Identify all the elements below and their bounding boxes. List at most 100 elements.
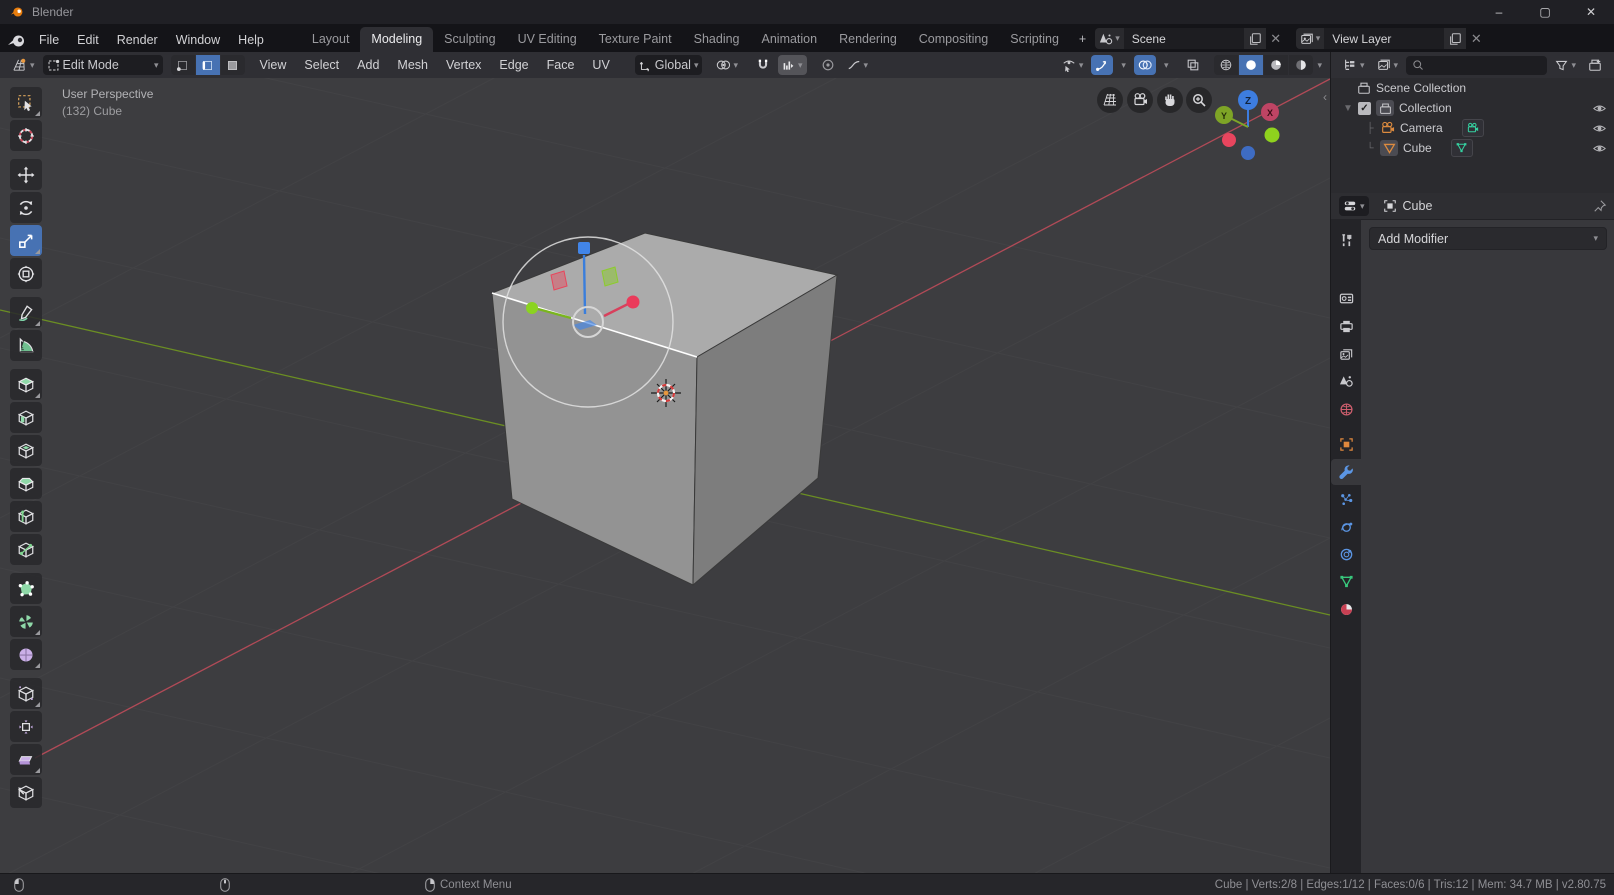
tool-rip-region[interactable] — [10, 777, 42, 808]
workspace-tab-texture-paint[interactable]: Texture Paint — [588, 27, 683, 52]
outliner-row-camera[interactable]: ├ Camera — [1331, 118, 1614, 138]
viewport-3d[interactable]: Z Y X User Perspective (132) Cube ‹ — [0, 78, 1330, 874]
tab-particles[interactable] — [1331, 486, 1361, 512]
toggle-perspective-button[interactable] — [1097, 87, 1123, 113]
hide-camera-eye-icon[interactable] — [1592, 122, 1607, 135]
workspace-tab-uv-editing[interactable]: UV Editing — [507, 27, 588, 52]
new-view-layer-button[interactable] — [1444, 28, 1466, 49]
tool-inset-faces[interactable] — [10, 435, 42, 466]
tab-view-layer[interactable] — [1331, 341, 1361, 367]
tool-shrink-fatten[interactable] — [10, 711, 42, 742]
workspace-tab-scripting[interactable]: Scripting — [999, 27, 1070, 52]
object-visibility-dropdown[interactable]: ▾ — [1058, 55, 1088, 75]
overlays-dropdown[interactable]: ▾ — [1160, 55, 1173, 75]
edge-select-mode-button[interactable] — [196, 55, 220, 75]
new-collection-button[interactable] — [1584, 55, 1606, 75]
disclosure-triangle-icon[interactable]: ▼ — [1343, 103, 1353, 114]
tool-transform[interactable] — [10, 258, 42, 289]
tab-scene[interactable] — [1331, 368, 1361, 394]
tool-loop-cut[interactable] — [10, 501, 42, 532]
properties-editor-type-button[interactable]: ▾ — [1339, 196, 1369, 216]
tool-cursor[interactable] — [10, 120, 42, 151]
tab-object[interactable] — [1331, 431, 1361, 457]
menu-mesh[interactable]: Mesh — [390, 58, 435, 72]
workspace-tab-sculpting[interactable]: Sculpting — [433, 27, 506, 52]
shading-solid-button[interactable] — [1239, 55, 1263, 75]
add-modifier-dropdown[interactable]: Add Modifier ▾ — [1369, 227, 1607, 250]
shading-wireframe-button[interactable] — [1214, 55, 1238, 75]
tab-world[interactable] — [1331, 396, 1361, 422]
tool-annotate[interactable] — [10, 297, 42, 328]
workspace-tab-compositing[interactable]: Compositing — [908, 27, 999, 52]
tool-extrude-region[interactable] — [10, 402, 42, 433]
menu-uv[interactable]: UV — [585, 58, 616, 72]
outliner-row-collection[interactable]: ▼ ✓ Collection — [1331, 98, 1614, 118]
outliner-search-input[interactable] — [1406, 56, 1547, 75]
proportional-editing-button[interactable] — [817, 55, 839, 75]
outliner-display-mode-dropdown[interactable]: ▾ — [1339, 55, 1369, 75]
proportional-falloff-dropdown[interactable]: ▾ — [843, 55, 873, 75]
tab-constraints[interactable] — [1331, 541, 1361, 567]
shading-material-button[interactable] — [1264, 55, 1288, 75]
tab-modifiers[interactable] — [1331, 459, 1361, 485]
view-layer-icon[interactable]: ▾ — [1296, 28, 1325, 49]
close-button[interactable]: ✕ — [1568, 0, 1614, 24]
tab-material[interactable] — [1331, 596, 1361, 622]
transform-orientation-dropdown[interactable]: Global ▾ — [635, 55, 703, 75]
menu-select[interactable]: Select — [297, 58, 346, 72]
snap-toggle-button[interactable] — [752, 55, 774, 75]
toggle-xray-button[interactable] — [1182, 55, 1204, 75]
remove-view-layer-button[interactable]: ✕ — [1466, 28, 1486, 49]
tab-output[interactable] — [1331, 313, 1361, 339]
menu-file[interactable]: File — [30, 28, 68, 52]
tool-scale[interactable] — [10, 225, 42, 256]
tool-bevel[interactable] — [10, 468, 42, 499]
add-workspace-button[interactable]: + — [1070, 27, 1095, 52]
pan-view-button[interactable] — [1157, 87, 1183, 113]
vertex-select-mode-button[interactable] — [171, 55, 195, 75]
mesh-data-icon[interactable] — [1451, 139, 1473, 157]
shading-rendered-button[interactable] — [1289, 55, 1313, 75]
menu-edge[interactable]: Edge — [492, 58, 535, 72]
tool-edge-slide[interactable] — [10, 678, 42, 709]
menu-help[interactable]: Help — [229, 28, 273, 52]
tab-object-data[interactable] — [1331, 568, 1361, 594]
scene-name-field[interactable]: Scene — [1124, 28, 1244, 49]
pin-icon[interactable] — [1593, 199, 1607, 213]
menu-view[interactable]: View — [253, 58, 294, 72]
tool-spin[interactable] — [10, 606, 42, 637]
workspace-tab-animation[interactable]: Animation — [751, 27, 829, 52]
workspace-tab-modeling[interactable]: Modeling — [360, 27, 433, 52]
tool-add-cube[interactable] — [10, 369, 42, 400]
unlink-scene-button[interactable]: ✕ — [1266, 28, 1286, 49]
menu-face[interactable]: Face — [540, 58, 582, 72]
tool-measure[interactable] — [10, 330, 42, 361]
tool-shear[interactable] — [10, 744, 42, 775]
scene-icon[interactable]: ▾ — [1095, 28, 1124, 49]
minimize-button[interactable]: – — [1476, 0, 1522, 24]
new-scene-button[interactable] — [1244, 28, 1266, 49]
outliner-filter-type-dropdown[interactable]: ▾ — [1373, 55, 1403, 75]
hide-cube-eye-icon[interactable] — [1592, 142, 1607, 155]
view-layer-name-field[interactable]: View Layer — [1324, 28, 1444, 49]
tool-rotate[interactable] — [10, 192, 42, 223]
outliner-row-scene-collection[interactable]: Scene Collection — [1331, 78, 1614, 98]
tab-physics[interactable] — [1331, 514, 1361, 540]
outliner-filter-dropdown[interactable]: ▾ — [1551, 55, 1580, 75]
tool-poly-build[interactable] — [10, 573, 42, 604]
menu-vertex[interactable]: Vertex — [439, 58, 488, 72]
workspace-tab-rendering[interactable]: Rendering — [828, 27, 908, 52]
sidebar-collapse-arrow[interactable]: ‹ — [1323, 90, 1327, 104]
tool-move[interactable] — [10, 159, 42, 190]
workspace-tab-shading[interactable]: Shading — [683, 27, 751, 52]
camera-data-icon[interactable] — [1462, 119, 1484, 137]
tab-tool[interactable] — [1331, 227, 1361, 253]
gizmo-dropdown[interactable]: ▾ — [1117, 55, 1130, 75]
collection-checkbox[interactable]: ✓ — [1358, 102, 1371, 115]
show-gizmo-button[interactable] — [1091, 55, 1113, 75]
snap-target-dropdown[interactable]: ▾ — [778, 55, 807, 75]
mode-dropdown[interactable]: Edit Mode ▾ — [43, 55, 163, 75]
tab-render[interactable] — [1331, 285, 1361, 311]
menu-edit[interactable]: Edit — [68, 28, 108, 52]
maximize-button[interactable]: ▢ — [1522, 0, 1568, 24]
